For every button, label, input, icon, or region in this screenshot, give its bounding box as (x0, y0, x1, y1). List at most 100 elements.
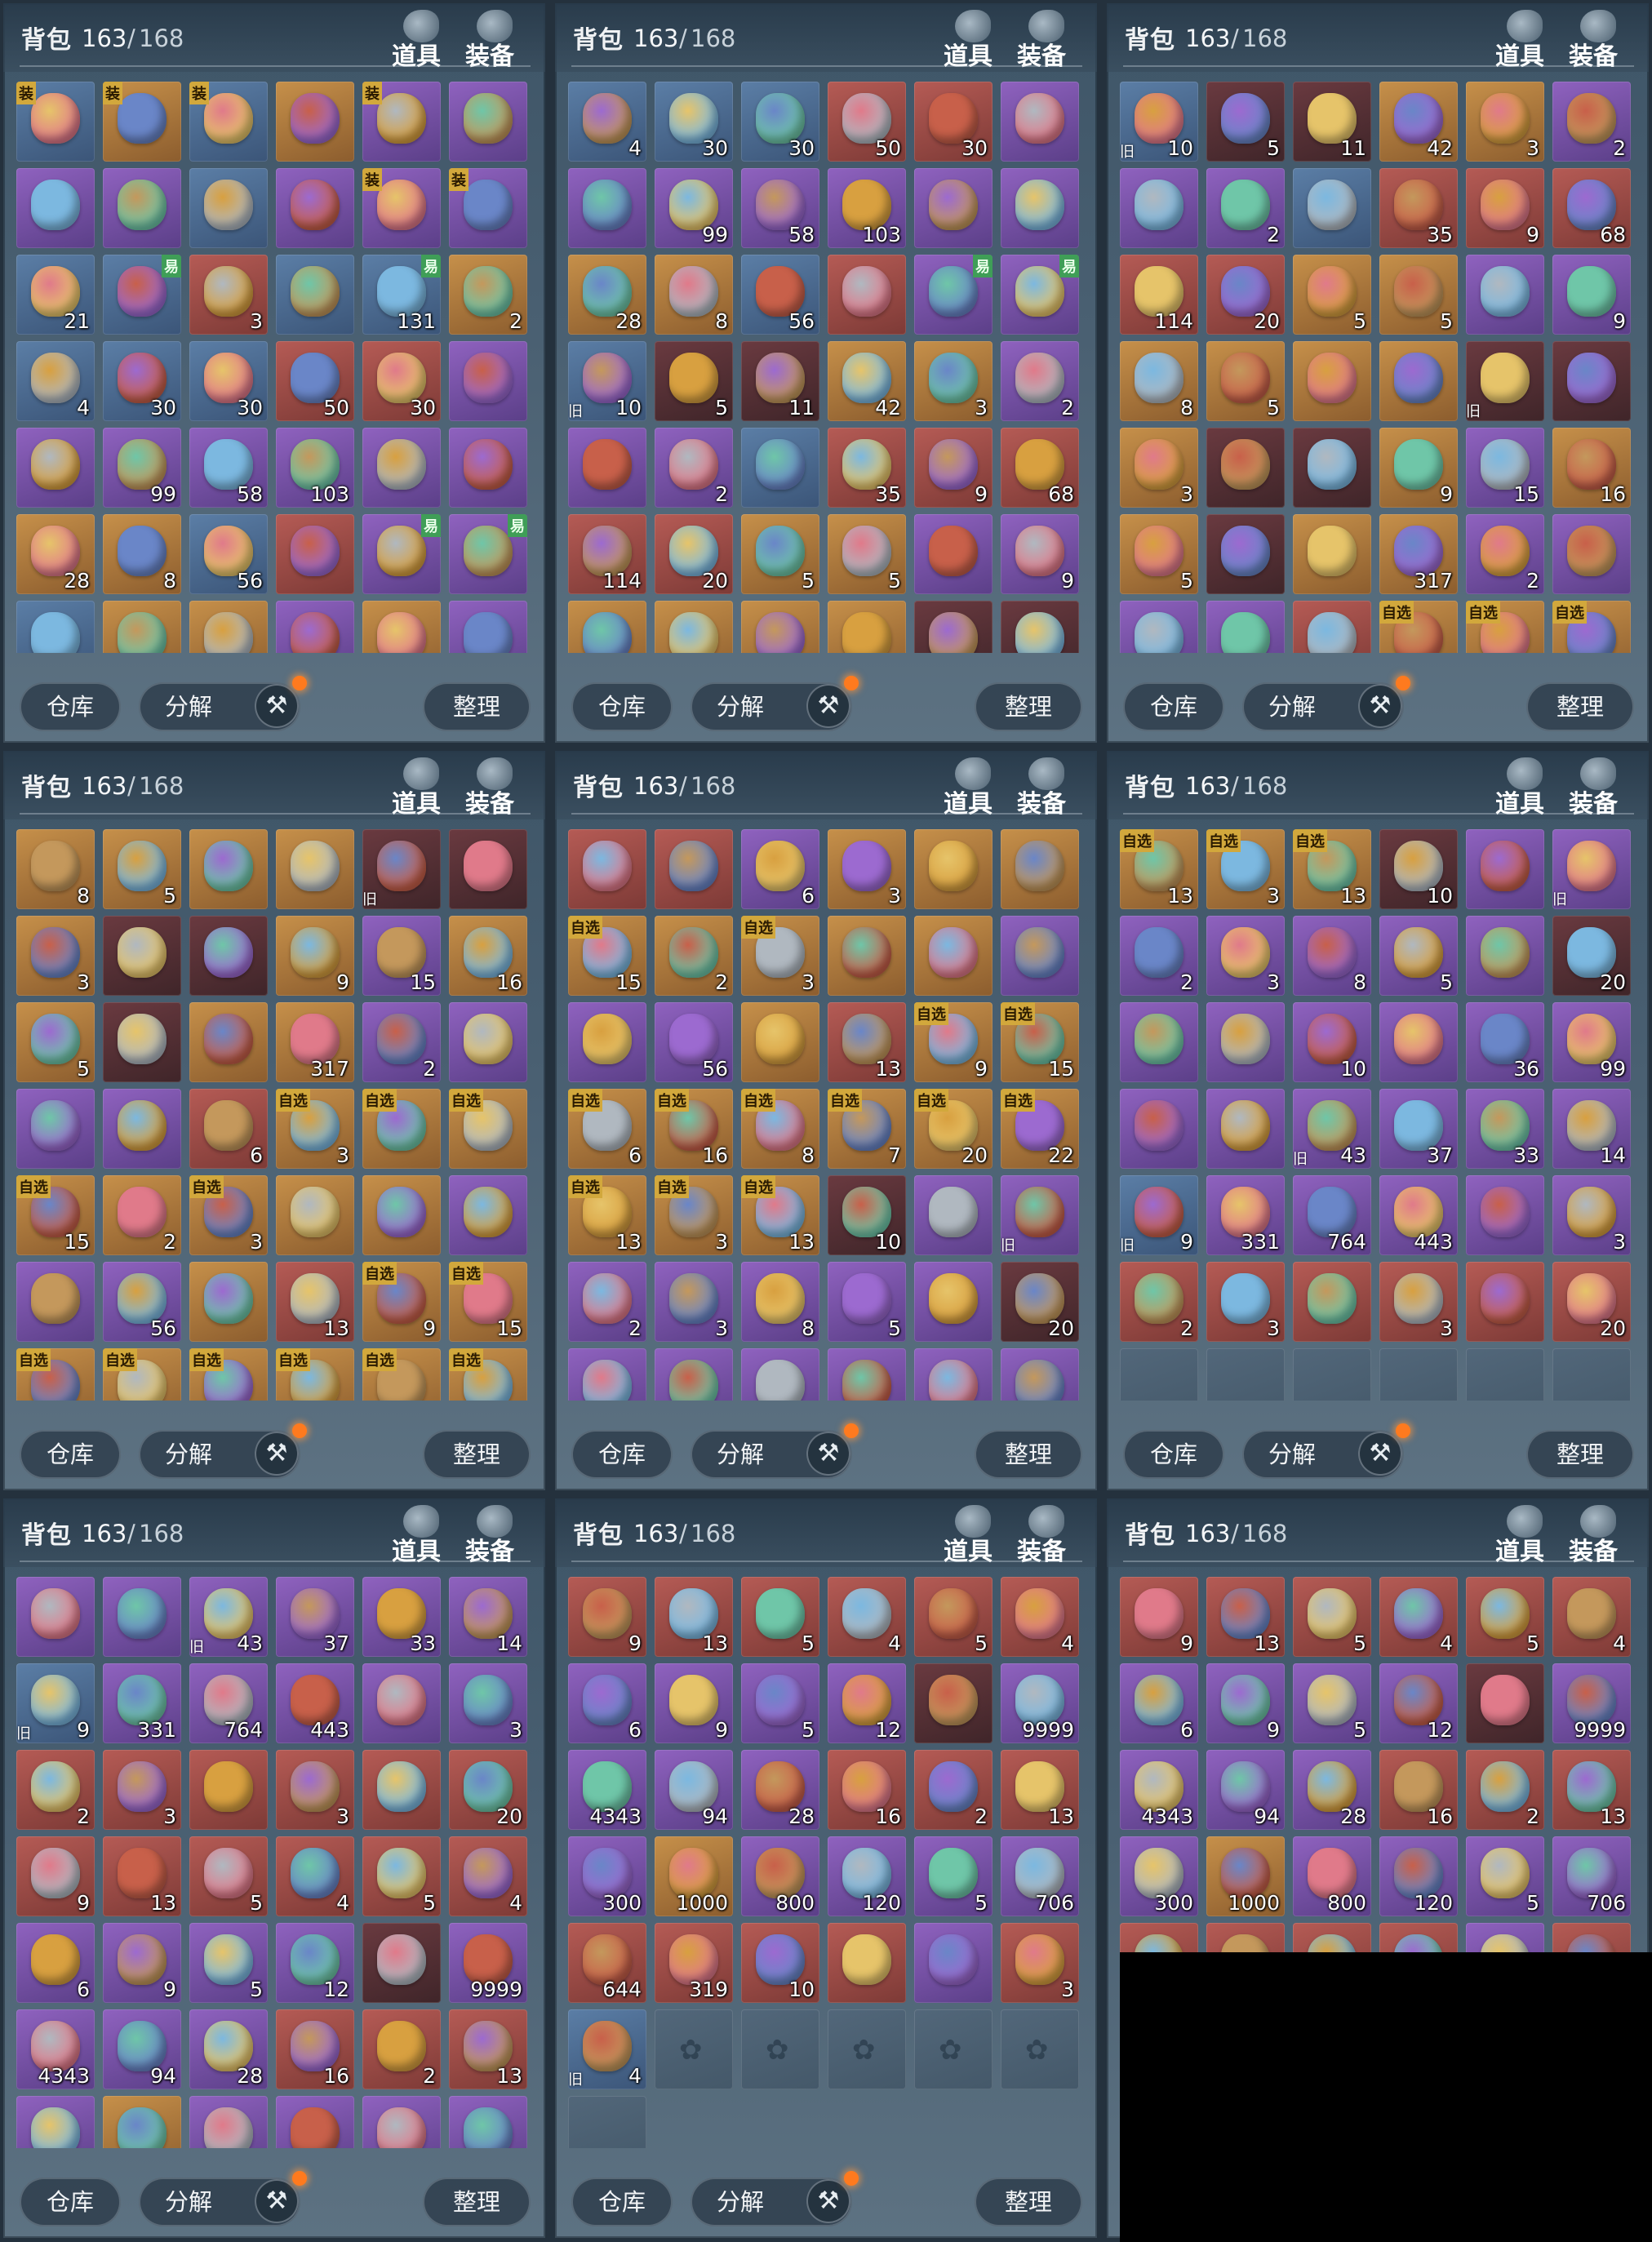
item-slot[interactable] (1001, 82, 1079, 162)
item-slot[interactable]: 6 (568, 1663, 646, 1743)
item-slot[interactable]: 331 (1206, 1175, 1285, 1255)
item-slot[interactable]: 58 (741, 168, 819, 248)
item-slot[interactable] (741, 1002, 819, 1082)
item-slot[interactable]: 8 (1293, 916, 1371, 996)
empty-slot[interactable]: ✿ (1001, 2009, 1079, 2089)
item-slot[interactable]: 99 (1001, 1348, 1079, 1401)
item-slot[interactable] (568, 1348, 646, 1401)
item-slot[interactable]: 3 (914, 341, 993, 421)
item-slot[interactable] (1001, 601, 1079, 653)
item-slot[interactable]: 2 (1001, 341, 1079, 421)
item-slot[interactable] (449, 2096, 527, 2148)
item-slot[interactable]: 易 (914, 255, 993, 335)
item-slot[interactable]: 自选 7 (828, 1089, 906, 1169)
item-slot[interactable] (828, 255, 906, 335)
item-slot[interactable]: 99 (655, 168, 733, 248)
item-slot[interactable] (914, 829, 993, 909)
item-slot[interactable] (16, 1577, 95, 1657)
item-slot[interactable] (741, 428, 819, 508)
item-slot[interactable]: 58 (189, 428, 268, 508)
decompose-button[interactable]: 分解⚒ (139, 676, 307, 731)
decompose-button[interactable]: 分解⚒ (691, 1423, 859, 1479)
item-slot[interactable] (568, 428, 646, 508)
item-slot[interactable]: 443 (276, 1663, 354, 1743)
item-slot[interactable]: 易 (1001, 255, 1079, 335)
item-slot[interactable]: 13 (655, 1577, 733, 1657)
item-slot[interactable] (362, 428, 441, 508)
item-slot[interactable]: 317 (276, 1002, 354, 1082)
item-slot[interactable] (914, 514, 993, 594)
item-slot[interactable]: 5 (828, 514, 906, 594)
item-slot[interactable] (1001, 916, 1079, 996)
item-slot[interactable]: 装 (189, 82, 268, 162)
item-slot[interactable]: 706 (1001, 1836, 1079, 1916)
item-slot[interactable]: 16 (828, 1750, 906, 1830)
empty-slot[interactable]: ✿ (655, 2009, 733, 2089)
item-slot[interactable]: 8 (741, 1262, 819, 1342)
item-slot[interactable]: 14 (1552, 1089, 1631, 1169)
item-slot[interactable]: 旧 43 (189, 1577, 268, 1657)
item-slot[interactable] (914, 1262, 993, 1342)
item-slot[interactable]: 9 (568, 1577, 646, 1657)
item-slot[interactable]: 443 (1379, 1175, 1458, 1255)
item-slot[interactable]: 5 (189, 1923, 268, 2003)
item-slot[interactable]: 33 (1466, 1089, 1544, 1169)
item-slot[interactable]: 11 (741, 341, 819, 421)
item-slot[interactable] (1293, 341, 1371, 421)
item-slot[interactable]: 旧9 (1120, 1175, 1198, 1255)
item-slot[interactable]: 68 (1552, 168, 1631, 248)
item-slot[interactable] (1466, 1175, 1544, 1255)
item-slot[interactable] (1120, 1089, 1198, 1169)
item-slot[interactable]: 自选8 (189, 1348, 268, 1401)
hammer-icon[interactable]: ⚒ (806, 1432, 850, 1476)
item-slot[interactable]: 自选 3 (276, 1089, 354, 1169)
item-slot[interactable]: 16 (449, 916, 527, 996)
decompose-button[interactable]: 分解⚒ (691, 2171, 859, 2226)
sort-button[interactable]: 整理 (423, 2178, 531, 2226)
item-slot[interactable]: 56 (103, 1262, 181, 1342)
decompose-button[interactable]: 分解⚒ (139, 2171, 307, 2226)
item-slot[interactable]: 3 (1206, 1262, 1285, 1342)
item-slot[interactable]: 28 (741, 1750, 819, 1830)
item-slot[interactable]: 42 (1379, 82, 1458, 162)
item-slot[interactable]: 331 (103, 1663, 181, 1743)
empty-slot[interactable] (1466, 1348, 1544, 1401)
item-slot[interactable]: 自选 15 (449, 1262, 527, 1342)
sort-button[interactable]: 整理 (1526, 1430, 1634, 1479)
item-slot[interactable] (276, 168, 354, 248)
item-slot[interactable]: 2 (1120, 1262, 1198, 1342)
item-slot[interactable]: 易 (103, 255, 181, 335)
item-slot[interactable]: 自选22 (449, 1348, 527, 1401)
item-slot[interactable]: 4343 (568, 1750, 646, 1830)
item-slot[interactable]: 3 (828, 829, 906, 909)
item-slot[interactable]: 13 (103, 1836, 181, 1916)
item-slot[interactable] (1293, 514, 1371, 594)
item-slot[interactable] (362, 2096, 441, 2148)
item-slot[interactable]: 旧9 (16, 1663, 95, 1743)
item-slot[interactable]: 800 (1293, 1836, 1371, 1916)
item-slot[interactable]: 20 (1206, 255, 1285, 335)
item-slot[interactable]: 易 131 (362, 255, 441, 335)
item-slot[interactable] (1379, 341, 1458, 421)
warehouse-button[interactable]: 仓库 (571, 682, 673, 731)
item-slot[interactable]: 5 (16, 1002, 95, 1082)
item-slot[interactable] (568, 829, 646, 909)
item-slot[interactable]: 42 (828, 341, 906, 421)
sort-button[interactable]: 整理 (975, 682, 1082, 731)
item-slot[interactable]: 9 (655, 1663, 733, 1743)
item-slot[interactable]: 94 (103, 2009, 181, 2089)
item-slot[interactable]: 2 (568, 1262, 646, 1342)
item-slot[interactable] (16, 601, 95, 653)
item-slot[interactable]: 94 (1206, 1750, 1285, 1830)
item-slot[interactable]: 1000 (655, 1836, 733, 1916)
item-slot[interactable]: 50 (276, 341, 354, 421)
item-slot[interactable]: 6 (16, 1923, 95, 2003)
item-slot[interactable]: 4 (1552, 1577, 1631, 1657)
item-slot[interactable]: 旧 43 (1293, 1089, 1371, 1169)
item-slot[interactable]: 自选 (449, 1089, 527, 1169)
item-slot[interactable] (16, 2096, 95, 2148)
item-slot[interactable]: 旧 (1552, 829, 1631, 909)
item-slot[interactable] (189, 168, 268, 248)
item-slot[interactable]: 2 (362, 1002, 441, 1082)
item-slot[interactable] (449, 1002, 527, 1082)
